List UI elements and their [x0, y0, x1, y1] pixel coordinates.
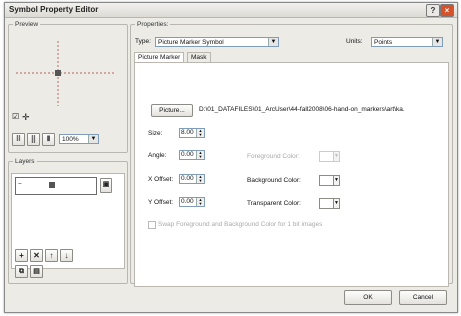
picture-marker-panel: Picture... D:\01_DATAFILES\01_ArcUser\44… — [134, 62, 449, 287]
zoom-select[interactable]: 100% ▼ — [59, 134, 99, 144]
swap-colors-label: Swap Foreground and Background Color for… — [158, 221, 323, 228]
tab-picture-marker[interactable]: Picture Marker — [134, 52, 185, 62]
picture-button[interactable]: Picture... — [151, 104, 193, 117]
spinner-arrows-icon[interactable]: ▲ ▼ — [196, 151, 204, 159]
x-offset-label: X Offset: — [148, 176, 174, 183]
move-layer-up-icon[interactable]: ↑ — [45, 249, 58, 262]
transparent-color-label: Transparent Color: — [247, 200, 301, 207]
chevron-down-icon[interactable]: ▼ — [333, 198, 340, 209]
help-button[interactable]: ? — [426, 4, 440, 17]
type-value: Picture Marker Symbol — [158, 39, 224, 46]
y-offset-label: Y Offset: — [148, 199, 174, 206]
units-select[interactable]: Points ▼ — [371, 37, 443, 47]
size-spinner[interactable]: 8.00 ▲ ▼ — [179, 128, 205, 138]
window-title: Symbol Property Editor — [9, 5, 99, 14]
spinner-arrows-icon[interactable]: ▲ ▼ — [196, 129, 204, 137]
type-label: Type: — [135, 38, 151, 45]
properties-group-label: Properties: — [137, 21, 169, 28]
spinner-arrows-icon[interactable]: ▲ ▼ — [196, 175, 204, 183]
layer-lock-icon[interactable]: ▣ — [100, 178, 112, 193]
size-value: 8.00 — [181, 129, 194, 136]
foreground-color-label: Foreground Color: — [247, 153, 300, 160]
paste-layer-icon[interactable]: ▤ — [30, 265, 43, 278]
layer-symbol-thumbnail — [49, 182, 55, 188]
copy-layer-icon[interactable]: ⧉ — [15, 265, 28, 278]
zoom-small-icon[interactable]: ⠿ — [12, 133, 25, 146]
chevron-down-icon[interactable]: ▼ — [333, 175, 340, 186]
y-offset-value: 0.00 — [181, 198, 194, 205]
background-color-label: Background Color: — [247, 177, 301, 184]
ok-button[interactable]: OK — [344, 290, 392, 305]
tab-mask[interactable]: Mask — [187, 52, 211, 62]
chevron-down-icon[interactable]: ▼ — [88, 135, 98, 143]
properties-group: Properties: Type: Picture Marker Symbol … — [130, 21, 453, 287]
preview-group: Preview ☑ ✛ ⠿ ⣿ ⦀ 100% ▼ — [8, 21, 128, 153]
preview-marker-symbol — [55, 70, 61, 76]
y-offset-spinner[interactable]: 0.00 ▲ ▼ — [179, 197, 205, 207]
chevron-down-icon[interactable]: ▼ — [268, 38, 278, 46]
layers-group-label: Layers — [15, 158, 35, 165]
picture-path: D:\01_DATAFILES\01_ArcUser\44-fall2008\0… — [199, 106, 405, 113]
angle-label: Angle: — [148, 152, 167, 159]
angle-value: 0.00 — [181, 151, 194, 158]
angle-spinner[interactable]: 0.00 ▲ ▼ — [179, 150, 205, 160]
x-offset-spinner[interactable]: 0.00 ▲ ▼ — [179, 174, 205, 184]
move-icon[interactable]: ✛ — [22, 112, 30, 123]
close-button[interactable]: × — [440, 4, 454, 17]
cancel-button[interactable]: Cancel — [399, 290, 447, 305]
expand-icon[interactable]: − — [18, 181, 22, 188]
x-offset-value: 0.00 — [181, 175, 194, 182]
spinner-arrows-icon[interactable]: ▲ ▼ — [196, 198, 204, 206]
chevron-down-icon[interactable]: ▼ — [432, 38, 442, 46]
preview-group-label: Preview — [15, 21, 39, 28]
add-layer-icon[interactable]: + — [15, 249, 28, 262]
preview-canvas — [16, 41, 116, 106]
layer-item[interactable]: − — [15, 177, 97, 195]
size-label: Size: — [148, 130, 163, 137]
zoom-medium-icon[interactable]: ⣿ — [27, 133, 40, 146]
layers-group: Layers − ▣ + ✕ ↑ ↓ ⧉ ▤ — [8, 158, 128, 284]
preview-checkbox-icon[interactable]: ☑ — [12, 112, 19, 121]
symbol-property-editor-window: Symbol Property Editor ? × Preview ☑ ✛ ⠿… — [4, 2, 458, 313]
units-label: Units: — [346, 38, 363, 45]
zoom-large-icon[interactable]: ⦀ — [42, 133, 55, 146]
swap-colors-checkbox[interactable] — [148, 221, 156, 229]
move-layer-down-icon[interactable]: ↓ — [60, 249, 73, 262]
zoom-value: 100% — [62, 136, 79, 143]
remove-layer-icon[interactable]: ✕ — [30, 249, 43, 262]
foreground-color-swatch — [319, 151, 334, 162]
type-select[interactable]: Picture Marker Symbol ▼ — [155, 37, 279, 47]
chevron-down-icon: ▼ — [333, 151, 340, 162]
title-bar[interactable]: Symbol Property Editor ? × — [5, 3, 457, 18]
units-value: Points — [374, 39, 393, 46]
background-color-swatch[interactable] — [319, 175, 334, 186]
transparent-color-swatch[interactable] — [319, 198, 334, 209]
